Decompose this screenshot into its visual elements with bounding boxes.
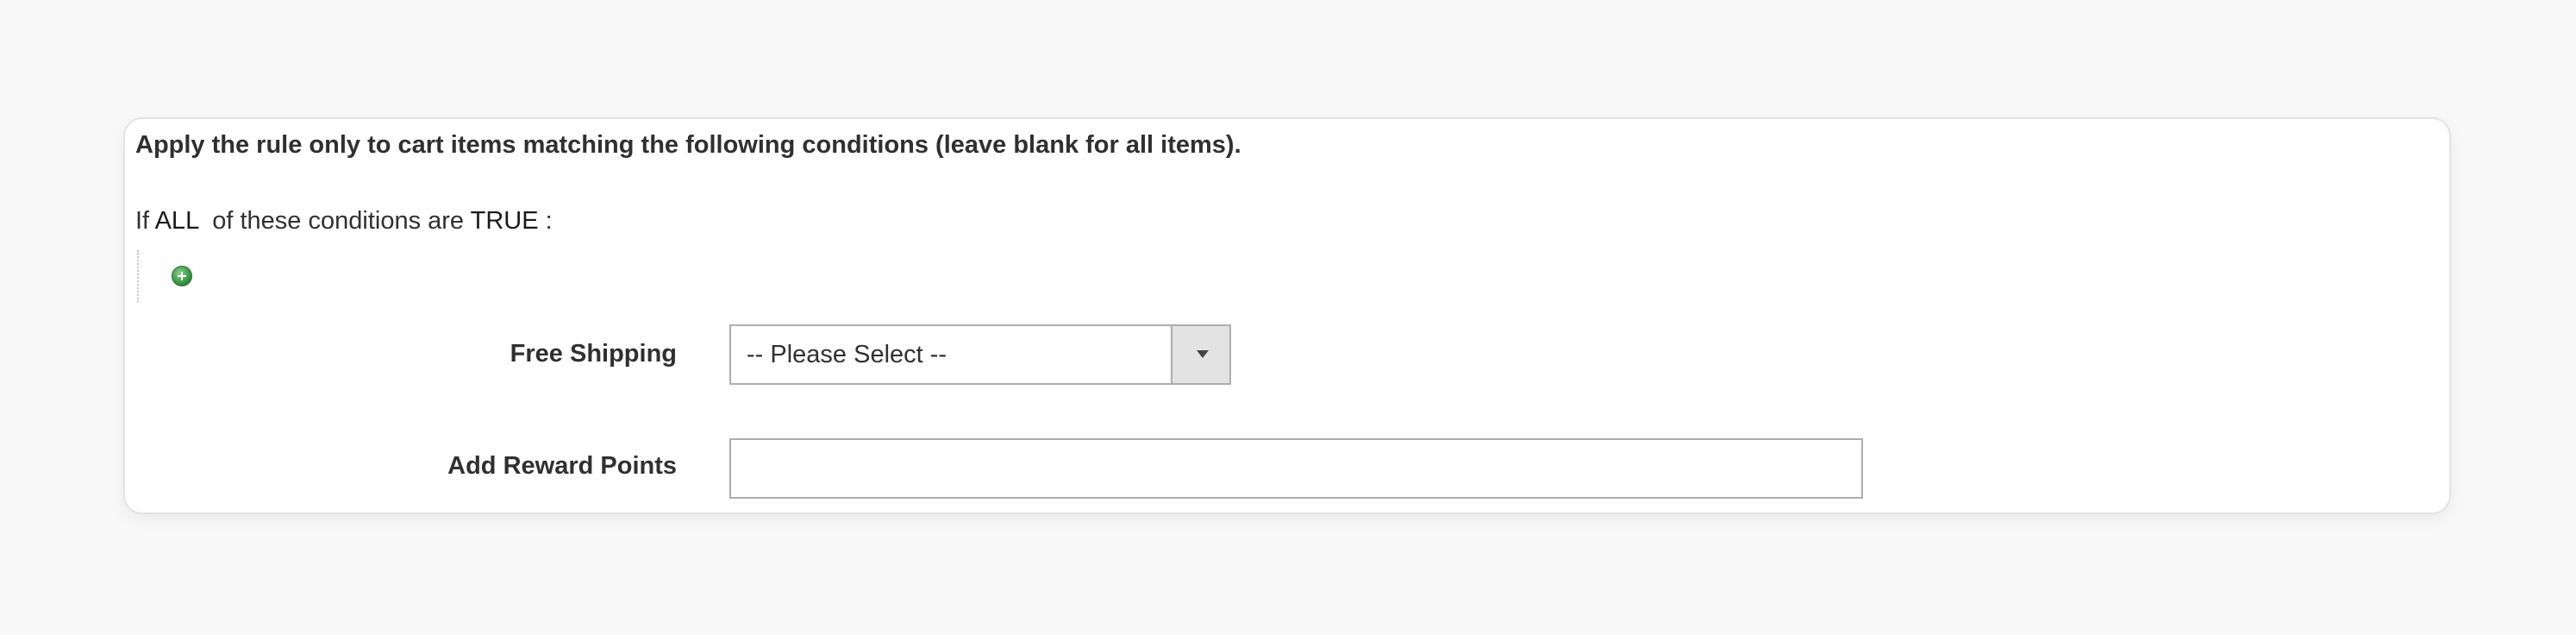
- condition-middle-text: of these conditions are: [212, 207, 465, 235]
- chevron-down-icon: [1197, 350, 1209, 358]
- value-toggle[interactable]: TRUE: [471, 207, 539, 235]
- add-condition-icon[interactable]: [172, 266, 192, 286]
- reward-points-input[interactable]: [729, 438, 1863, 499]
- free-shipping-selected-value: -- Please Select --: [747, 341, 947, 368]
- free-shipping-select[interactable]: -- Please Select --: [729, 324, 1231, 385]
- condition-tree-line: [137, 250, 139, 302]
- dropdown-arrow-button[interactable]: [1171, 326, 1229, 383]
- condition-statement: If ALL of these conditions are TRUE :: [135, 207, 553, 236]
- condition-suffix: :: [545, 207, 553, 235]
- condition-prefix: If: [135, 207, 150, 235]
- aggregator-toggle[interactable]: ALL: [155, 207, 199, 235]
- conditions-panel: Apply the rule only to cart items matchi…: [123, 117, 2451, 514]
- reward-points-label: Add Reward Points: [447, 452, 677, 480]
- conditions-intro-text: Apply the rule only to cart items matchi…: [135, 131, 1241, 159]
- free-shipping-label: Free Shipping: [510, 340, 677, 368]
